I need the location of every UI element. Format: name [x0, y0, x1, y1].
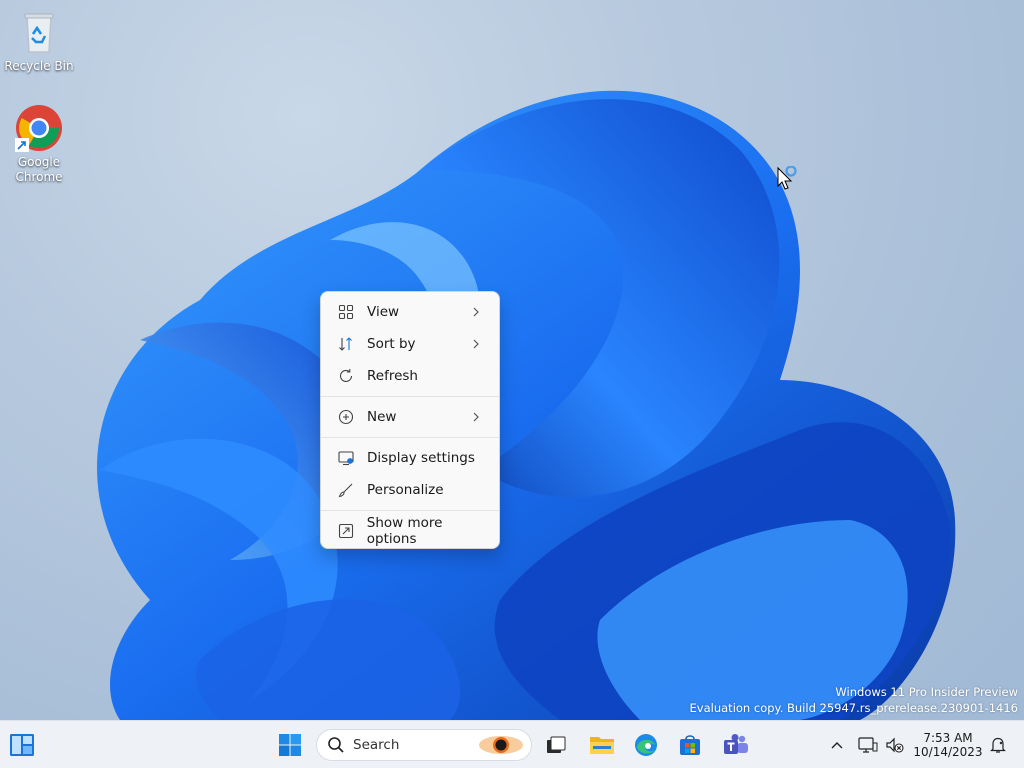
task-view-button[interactable]: [538, 727, 574, 763]
desktop-icon-google-chrome[interactable]: Google Chrome: [1, 104, 77, 185]
personalize-brush-icon: [337, 481, 355, 499]
menu-item-view[interactable]: View: [325, 296, 495, 328]
widgets-icon: [10, 734, 34, 756]
menu-item-new[interactable]: New: [325, 401, 495, 433]
search-highlight-eclipse-icon: [479, 736, 523, 754]
watermark-line2: Evaluation copy. Build 25947.rs_prerelea…: [689, 701, 1018, 715]
start-button[interactable]: [272, 727, 308, 763]
speaker-muted-icon: [886, 737, 904, 753]
show-more-options-icon: [337, 522, 355, 540]
clock-button[interactable]: 7:53 AM 10/14/2023: [912, 727, 984, 763]
menu-separator: [321, 437, 499, 438]
menu-item-label: New: [367, 409, 397, 425]
refresh-icon: [337, 367, 355, 385]
new-plus-icon: [337, 408, 355, 426]
desktop-icon-label: Google Chrome: [15, 155, 63, 184]
chrome-icon: [15, 104, 63, 152]
clock-date: 10/14/2023: [913, 745, 983, 759]
microsoft-store-button[interactable]: [672, 727, 708, 763]
menu-item-refresh[interactable]: Refresh: [325, 360, 495, 392]
network-icon: [858, 737, 878, 753]
search-label: Search: [353, 737, 400, 753]
chevron-right-icon: [473, 412, 479, 422]
recycle-bin-icon: [15, 8, 63, 56]
desktop-icon-recycle-bin[interactable]: Recycle Bin: [1, 8, 77, 74]
menu-item-label: Refresh: [367, 368, 418, 384]
menu-item-sort-by[interactable]: Sort by: [325, 328, 495, 360]
shortcut-arrow-icon: [15, 138, 29, 152]
edge-button[interactable]: [628, 727, 664, 763]
teams-icon: [724, 734, 748, 754]
clock-time: 7:53 AM: [923, 731, 973, 745]
desktop-context-menu: View Sort by Refresh New Display setting…: [320, 291, 500, 549]
menu-item-label: View: [367, 304, 400, 320]
desktop-icon-label: Recycle Bin: [4, 59, 74, 73]
menu-item-personalize[interactable]: Personalize: [325, 474, 495, 506]
search-icon: [328, 737, 344, 753]
teams-button[interactable]: [718, 727, 754, 763]
notifications-button[interactable]: [984, 727, 1012, 763]
file-explorer-button[interactable]: [584, 727, 620, 763]
notification-bell-icon: [990, 737, 1006, 753]
menu-item-display-settings[interactable]: Display settings: [325, 442, 495, 474]
view-grid-icon: [337, 303, 355, 321]
volume-button[interactable]: [880, 727, 910, 763]
menu-item-show-more-options[interactable]: Show more options: [325, 515, 495, 547]
menu-item-label: Sort by: [367, 336, 416, 352]
menu-item-label: Show more options: [366, 515, 443, 547]
menu-item-label: Display settings: [367, 450, 475, 466]
store-icon: [680, 735, 700, 755]
menu-item-label: Personalize: [367, 482, 444, 498]
busy-cursor-icon: [777, 166, 797, 190]
file-explorer-icon: [590, 737, 614, 754]
widgets-button[interactable]: [4, 727, 40, 763]
start-icon: [279, 734, 301, 756]
show-hidden-icons-button[interactable]: [820, 727, 854, 763]
chevron-right-icon: [473, 339, 479, 349]
taskbar-search[interactable]: Search: [316, 729, 532, 761]
display-settings-icon: [337, 449, 355, 467]
chevron-up-icon: [831, 742, 843, 749]
task-view-icon: [547, 736, 566, 753]
edge-icon: [635, 734, 657, 756]
wallpaper-bloom: [97, 90, 956, 720]
menu-separator: [321, 510, 499, 511]
taskbar: Search 7:53 AM 10/14/2023: [0, 720, 1024, 768]
sort-icon: [337, 335, 355, 353]
chevron-right-icon: [473, 307, 479, 317]
menu-separator: [321, 396, 499, 397]
network-button[interactable]: [853, 727, 883, 763]
watermark-line1: Windows 11 Pro Insider Preview: [835, 685, 1018, 699]
